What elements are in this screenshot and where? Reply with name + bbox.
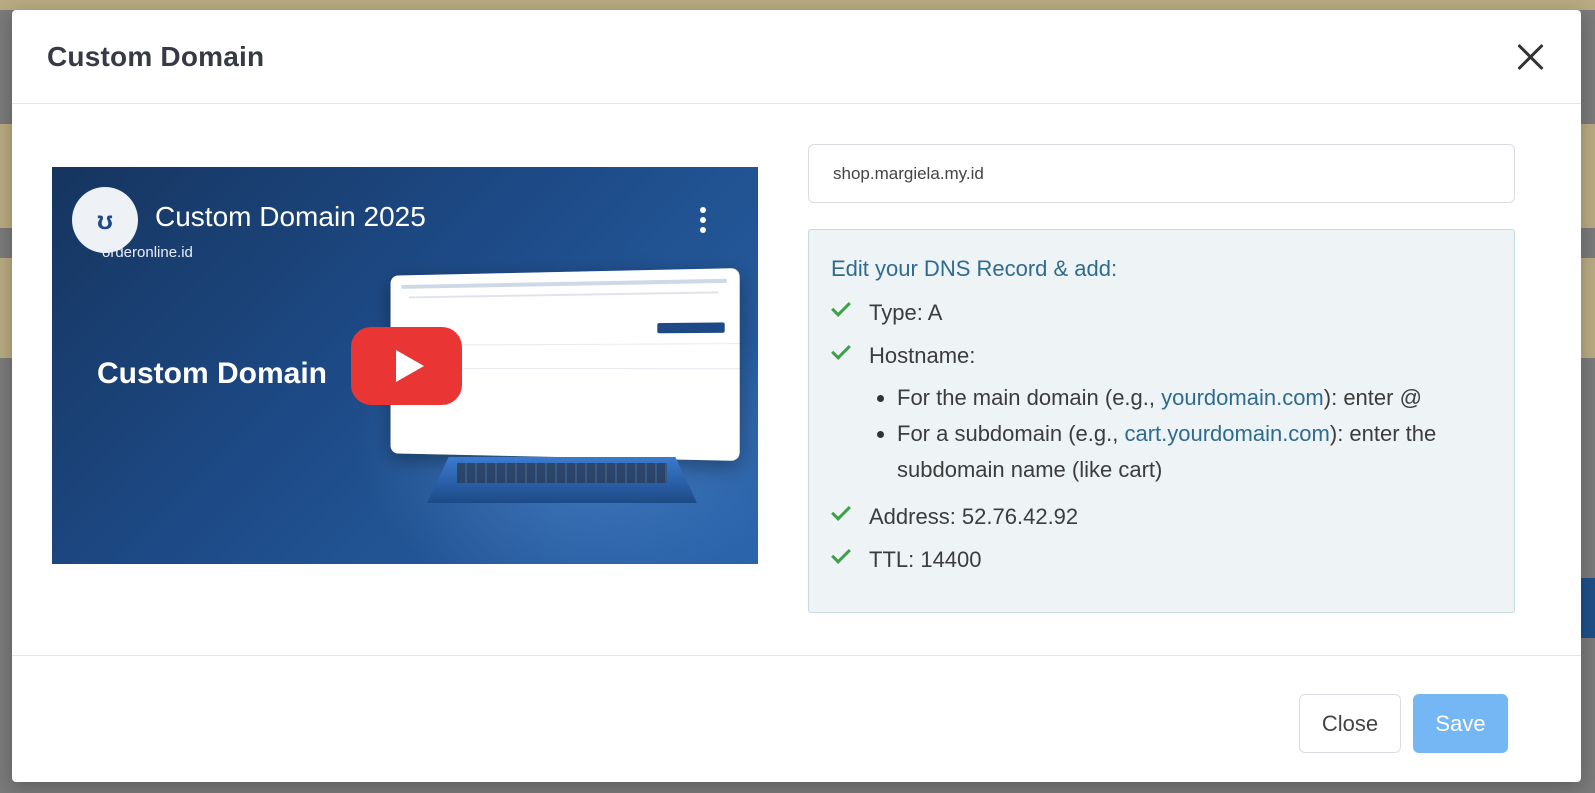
dns-instructions: Edit your DNS Record & add: Type: A Host… bbox=[808, 229, 1515, 613]
cart-yourdomain-link[interactable]: cart.yourdomain.com bbox=[1124, 421, 1329, 446]
check-icon bbox=[831, 343, 853, 365]
save-button[interactable]: Save bbox=[1413, 694, 1508, 753]
dns-ttl-text: TTL: 14400 bbox=[869, 547, 982, 573]
bullet-icon bbox=[877, 431, 884, 438]
video-channel-name: orderonline.id bbox=[102, 244, 193, 261]
check-icon bbox=[831, 504, 853, 526]
more-vertical-icon[interactable] bbox=[700, 207, 706, 237]
dns-address-item: Address: 52.76.42.92 bbox=[831, 504, 1492, 530]
dns-type-text: Type: A bbox=[869, 300, 942, 326]
close-button[interactable]: Close bbox=[1299, 694, 1401, 753]
hostname-main-prefix: For the main domain (e.g., bbox=[897, 385, 1161, 410]
dns-address-text: Address: 52.76.42.92 bbox=[869, 504, 1078, 530]
modal-body: ʊ Custom Domain 2025 orderonline.id Cust… bbox=[12, 104, 1581, 656]
modal-title: Custom Domain bbox=[47, 41, 264, 73]
video-player[interactable]: ʊ Custom Domain 2025 orderonline.id Cust… bbox=[52, 167, 758, 564]
modal-footer: Close Save bbox=[12, 656, 1581, 782]
yourdomain-link[interactable]: yourdomain.com bbox=[1161, 385, 1324, 410]
background-strip bbox=[0, 0, 1595, 10]
custom-domain-modal: Custom Domain ʊ Custom Domain 2025 order… bbox=[12, 10, 1581, 782]
dns-type-item: Type: A bbox=[831, 300, 1492, 326]
close-icon[interactable] bbox=[1515, 41, 1547, 73]
dns-hostname-item: Hostname: bbox=[831, 343, 1492, 369]
dns-ttl-item: TTL: 14400 bbox=[831, 547, 1492, 573]
video-overlay-text: Custom Domain bbox=[97, 357, 327, 391]
list-item: For a subdomain (e.g., cart.yourdomain.c… bbox=[869, 416, 1492, 488]
list-item: For the main domain (e.g., yourdomain.co… bbox=[869, 380, 1492, 416]
hostname-sub-prefix: For a subdomain (e.g., bbox=[897, 421, 1124, 446]
modal-header: Custom Domain bbox=[12, 10, 1581, 104]
video-title[interactable]: Custom Domain 2025 bbox=[155, 201, 426, 233]
dns-heading: Edit your DNS Record & add: bbox=[831, 256, 1492, 282]
check-icon bbox=[831, 300, 853, 322]
laptop-keyboard-illustration bbox=[457, 463, 667, 483]
play-icon[interactable] bbox=[351, 327, 462, 405]
dns-hostname-text: Hostname: bbox=[869, 343, 975, 369]
hostname-main-suffix: ): enter @ bbox=[1324, 385, 1422, 410]
domain-input[interactable] bbox=[808, 144, 1515, 203]
hostname-sublist: For the main domain (e.g., yourdomain.co… bbox=[869, 380, 1492, 488]
bullet-icon bbox=[877, 395, 884, 402]
check-icon bbox=[831, 547, 853, 569]
